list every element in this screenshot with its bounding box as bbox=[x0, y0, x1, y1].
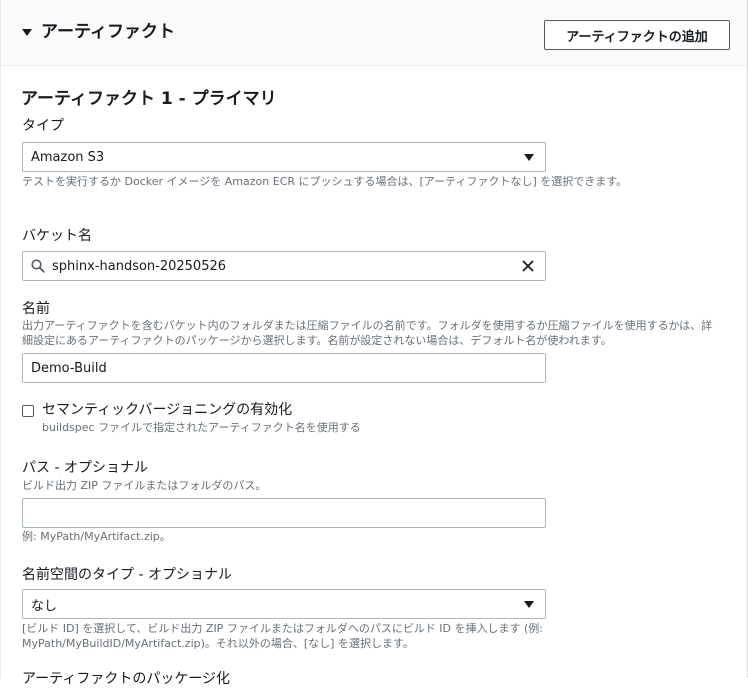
panel-header[interactable]: アーティファクト アーティファクトの追加 bbox=[1, 0, 747, 66]
namespace-label: 名前空間のタイプ - オプショナル bbox=[22, 567, 232, 583]
packaging-label: アーティファクトのパッケージ化 bbox=[22, 671, 231, 687]
name-help-text-line1: 出力アーティファクトを含むバケット内のフォルダまたは圧縮ファイルの名前です。フォ… bbox=[22, 319, 713, 332]
type-select-value: Amazon S3 bbox=[31, 149, 105, 165]
caret-down-icon[interactable] bbox=[22, 29, 32, 36]
namespace-help-line2: MyPath/MyBuildID/MyArtifact.zip)。それ以外の場合… bbox=[22, 637, 414, 650]
type-help-text: テストを実行するか Docker イメージを Amazon ECR にプッシュす… bbox=[22, 175, 628, 188]
semantic-versioning-label[interactable]: セマンティックバージョニングの有効化 bbox=[42, 401, 292, 419]
semantic-versioning-help: buildspec ファイルで指定されたアーティファクト名を使用する bbox=[42, 421, 361, 434]
chevron-down-icon bbox=[524, 600, 534, 608]
namespace-select-value: なし bbox=[31, 598, 58, 614]
namespace-select[interactable]: なし bbox=[22, 589, 546, 619]
bucket-search-input[interactable]: sphinx-handson-20250526 bbox=[22, 251, 546, 281]
panel-title[interactable]: アーティファクト bbox=[41, 21, 175, 43]
name-input[interactable]: Demo-Build bbox=[22, 353, 546, 383]
path-help-text: ビルド出力 ZIP ファイルまたはフォルダのパス。 bbox=[22, 479, 267, 492]
bucket-value: sphinx-handson-20250526 bbox=[52, 258, 227, 274]
add-artifact-button[interactable]: アーティファクトの追加 bbox=[544, 20, 730, 50]
artifacts-panel: アーティファクト アーティファクトの追加 アーティファクト 1 - プライマリ … bbox=[0, 0, 748, 687]
search-icon bbox=[31, 259, 45, 273]
semantic-versioning-checkbox[interactable] bbox=[22, 405, 34, 417]
artifact-section-title: アーティファクト 1 - プライマリ bbox=[21, 89, 277, 109]
namespace-help-line1: [ビルド ID] を選択して、ビルド出力 ZIP ファイルまたはフォルダへのパス… bbox=[22, 622, 544, 635]
name-input-value: Demo-Build bbox=[31, 360, 107, 376]
close-icon[interactable] bbox=[520, 258, 536, 274]
path-input[interactable] bbox=[22, 498, 546, 528]
chevron-down-icon bbox=[524, 153, 534, 161]
name-label: 名前 bbox=[22, 301, 50, 317]
name-help-text-line2: 細設定にあるアーティファクトのパッケージから選択します。名前が設定されない場合は… bbox=[22, 334, 612, 347]
type-select[interactable]: Amazon S3 bbox=[22, 142, 546, 172]
path-example-text: 例: MyPath/MyArtifact.zip。 bbox=[22, 530, 171, 543]
path-label: パス - オプショナル bbox=[22, 460, 148, 476]
bucket-label: バケット名 bbox=[22, 228, 92, 244]
type-label: タイプ bbox=[22, 118, 64, 134]
